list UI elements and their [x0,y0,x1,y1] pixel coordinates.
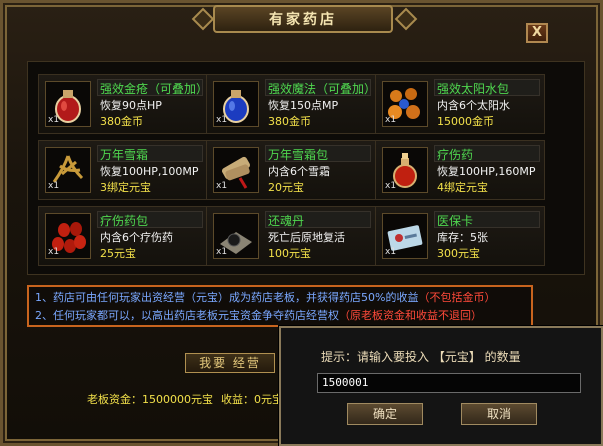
item-quantity: x1 [385,247,397,257]
shop-item[interactable]: x1 疗伤药包 内含6个疗伤药 25元宝 [38,206,208,266]
item-name: 万年雪霜包 [268,148,329,162]
item-name: 疗伤药包 [100,214,149,228]
item-quantity: x1 [216,181,228,191]
item-quantity: x1 [48,181,60,191]
item-description: 内含6个疗伤药 [100,231,173,244]
item-slot: x1 [213,81,259,127]
item-name: 疗伤药 [437,148,474,162]
item-description: 恢复100HP,160MP [437,165,536,178]
item-slot: x1 [213,147,259,193]
item-slot: x1 [382,213,428,259]
item-name: 还魂丹 [268,214,305,228]
shop-item[interactable]: x1 万年雪霜包 内含6个雪霜 20元宝 [206,140,376,200]
confirm-button[interactable]: 确定 [347,403,423,425]
title-ornament-right [394,7,418,31]
item-description: 内含6个太阳水 [437,99,510,112]
item-slot: x1 [213,213,259,259]
boss-funds: 老板资金：1500000元宝 [87,393,213,406]
item-price: 3绑定元宝 [100,181,151,194]
item-price: 100元宝 [268,247,311,260]
item-name: 医保卡 [437,214,474,228]
notice-line-1: 1、药店可由任何玩家出资经营（元宝）成为药店老板，并获得药店50%的收益（不包括… [35,289,525,307]
cancel-button[interactable]: 取消 [461,403,537,425]
item-description: 库存：5张 [437,231,488,244]
item-description: 死亡后原地复活 [268,231,345,244]
item-description: 恢复150点MP [268,99,339,112]
item-quantity: x1 [385,115,397,125]
item-name: 强效魔法（可叠加） [268,82,377,96]
item-name: 强效太阳水包 [437,82,510,96]
shop-item[interactable]: x1 强效金疮（可叠加） 恢复90点HP 380金币 [38,74,208,134]
item-price: 380金币 [268,115,311,128]
item-description: 恢复90点HP [100,99,162,112]
item-slot: x1 [45,213,91,259]
invest-amount-input[interactable]: 1500001 [317,373,581,393]
notice-box: 1、药店可由任何玩家出资经营（元宝）成为药店老板，并获得药店50%的收益（不包括… [27,285,533,327]
dialog-prompt: 提示：请输入要投入 【元宝】 的数量 [321,350,521,364]
shop-item-grid: x1 强效金疮（可叠加） 恢复90点HP 380金币 x1 强效魔法（可叠加） … [27,61,585,275]
item-quantity: x1 [48,247,60,257]
item-price: 300元宝 [437,247,480,260]
item-price: 25元宝 [100,247,136,260]
close-button[interactable]: X [526,23,548,43]
notice-line-2: 2、任何玩家都可以，以高出药店老板元宝资金争夺药店经营权（原老板资金和收益不退回… [35,307,525,325]
item-price: 15000金币 [437,115,494,128]
item-price: 20元宝 [268,181,304,194]
income: 收益：0元宝 [221,393,283,406]
shop-item[interactable]: x1 强效太阳水包 内含6个太阳水 15000金币 [375,74,545,134]
notice-text: 1、药店可由任何玩家出资经营（元宝）成为药店老板，并获得药店50%的收益 [35,291,419,304]
item-slot: x1 [45,81,91,127]
item-price: 380金币 [100,115,143,128]
notice-warning: （不包括金币） [418,291,496,304]
shop-item[interactable]: x1 还魂丹 死亡后原地复活 100元宝 [206,206,376,266]
invest-dialog: 提示：请输入要投入 【元宝】 的数量 1500001 确定 取消 [279,326,603,446]
shop-item[interactable]: x1 强效魔法（可叠加） 恢复150点MP 380金币 [206,74,376,134]
manage-button[interactable]: 我要 经营 [185,353,275,373]
item-slot: x1 [45,147,91,193]
title-ornament-left [191,7,215,31]
item-description: 恢复100HP,100MP [100,165,199,178]
shop-item[interactable]: x1 万年雪霜 恢复100HP,100MP 3绑定元宝 [38,140,208,200]
item-slot: x1 [382,81,428,127]
item-quantity: x1 [216,247,228,257]
item-name: 万年雪霜 [100,148,149,162]
item-quantity: x1 [48,115,60,125]
notice-warning: （原老板资金和收益不退回） [339,309,482,322]
item-quantity: x1 [216,115,228,125]
item-quantity: x1 [385,181,397,191]
item-name: 强效金疮（可叠加） [100,82,209,96]
window-title: 有家药店 [213,5,393,33]
shop-item[interactable]: x1 疗伤药 恢复100HP,160MP 4绑定元宝 [375,140,545,200]
item-description: 内含6个雪霜 [268,165,330,178]
shop-item[interactable]: x1 医保卡 库存：5张 300元宝 [375,206,545,266]
item-slot: x1 [382,147,428,193]
item-price: 4绑定元宝 [437,181,488,194]
notice-text: 2、任何玩家都可以，以高出药店老板元宝资金争夺药店经营权 [35,309,339,322]
